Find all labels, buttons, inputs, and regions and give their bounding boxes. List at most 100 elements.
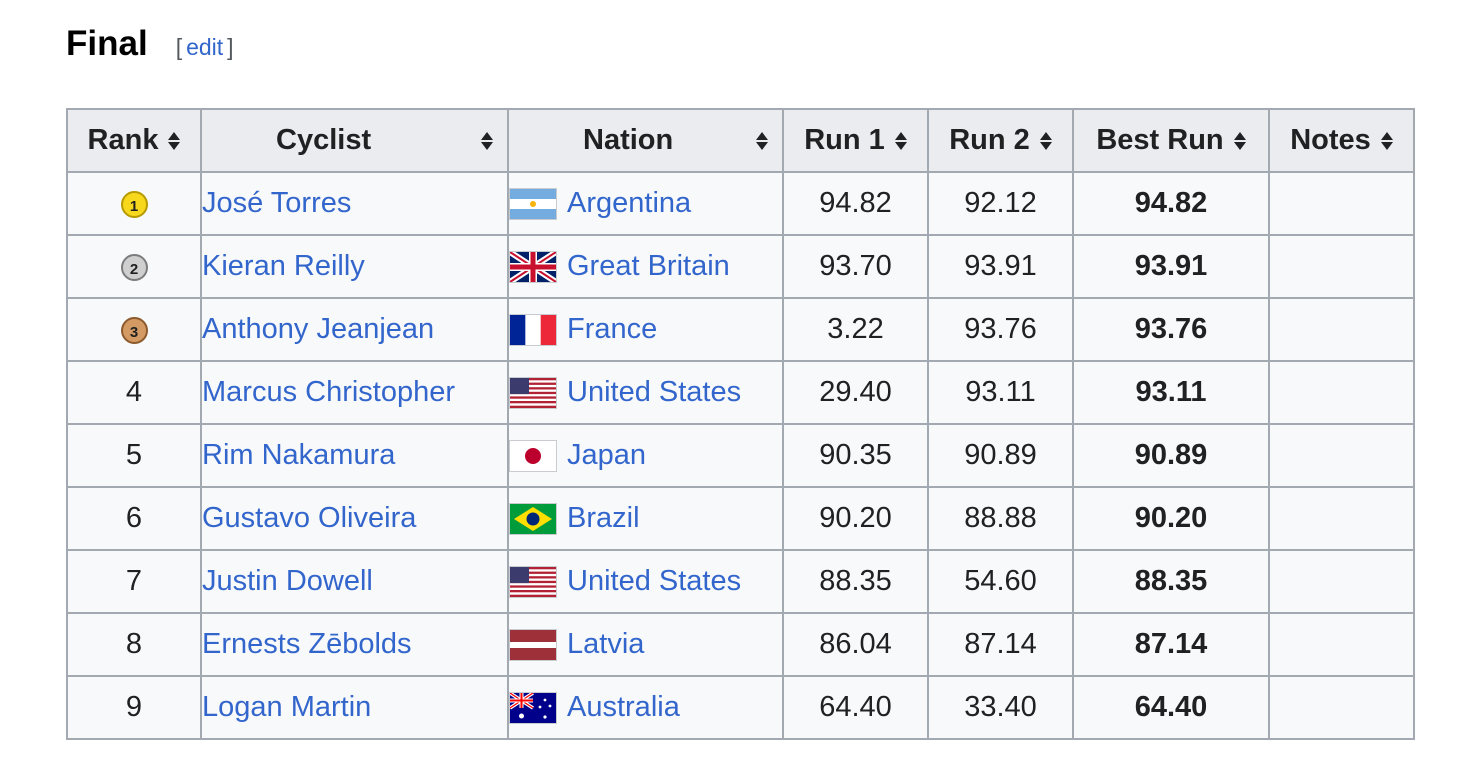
- run1-cell: 86.04: [782, 612, 929, 677]
- edit-link[interactable]: edit: [186, 34, 223, 60]
- header-row: Rank Cyclist Nation Run 1 Run 2 Best Run…: [66, 108, 1415, 173]
- run2-cell: 88.88: [927, 486, 1074, 551]
- cyclist-cell: Ernests Zēbolds: [200, 612, 509, 677]
- notes-cell: [1268, 234, 1415, 299]
- sort-icon[interactable]: [1233, 130, 1246, 152]
- section-heading: Final [edit]: [66, 24, 234, 64]
- notes-cell: [1268, 297, 1415, 362]
- nation-link[interactable]: Australia: [567, 691, 680, 724]
- sort-icon[interactable]: [481, 130, 493, 152]
- header-rank[interactable]: Rank: [66, 108, 202, 173]
- cyclist-link[interactable]: Logan Martin: [202, 691, 371, 723]
- nation-cell: Japan: [507, 423, 784, 488]
- japan-flag-icon[interactable]: [509, 439, 557, 472]
- rank-cell: 9: [66, 675, 202, 740]
- sort-icon[interactable]: [1380, 130, 1393, 152]
- argentina-flag-icon[interactable]: [509, 187, 557, 220]
- run1-cell: 90.35: [782, 423, 929, 488]
- cyclist-cell: Rim Nakamura: [200, 423, 509, 488]
- nation-cell: United States: [507, 549, 784, 614]
- nation-cell: Great Britain: [507, 234, 784, 299]
- nation-cell: France: [507, 297, 784, 362]
- cyclist-cell: Justin Dowell: [200, 549, 509, 614]
- cyclist-link[interactable]: Justin Dowell: [202, 565, 373, 597]
- nation-link[interactable]: United States: [567, 565, 741, 598]
- rank-value: 7: [125, 565, 143, 597]
- sort-icon[interactable]: [168, 130, 181, 152]
- best-run-cell: 93.11: [1072, 360, 1270, 425]
- best-run-cell: 94.82: [1072, 171, 1270, 236]
- notes-cell: [1268, 423, 1415, 488]
- run2-cell: 93.76: [927, 297, 1074, 362]
- rank-cell: 1: [66, 171, 202, 236]
- header-rank-label: Rank: [87, 124, 159, 156]
- best-run-cell: 90.20: [1072, 486, 1270, 551]
- rank-value: 4: [125, 376, 143, 408]
- united-states-flag-icon[interactable]: [509, 376, 557, 409]
- table-row: 9 Logan Martin Australia 64.40 33.40 64.40: [66, 675, 1415, 740]
- header-best-run[interactable]: Best Run: [1072, 108, 1270, 173]
- cyclist-link[interactable]: Kieran Reilly: [202, 250, 365, 282]
- header-notes[interactable]: Notes: [1268, 108, 1415, 173]
- nation-link[interactable]: United States: [567, 376, 741, 409]
- run2-cell: 93.91: [927, 234, 1074, 299]
- results-table: Rank Cyclist Nation Run 1 Run 2 Best Run…: [66, 108, 1415, 740]
- best-run-cell: 64.40: [1072, 675, 1270, 740]
- latvia-flag-icon[interactable]: [509, 628, 557, 661]
- nation-link[interactable]: Japan: [567, 439, 646, 472]
- table-row: 7 Justin Dowell United States 88.35 54.60 88.…: [66, 549, 1415, 614]
- run1-cell: 29.40: [782, 360, 929, 425]
- table-row: 6 Gustavo Oliveira Brazil 90.20 88.88 90.20: [66, 486, 1415, 551]
- cyclist-link[interactable]: José Torres: [202, 187, 351, 219]
- nation-link[interactable]: France: [567, 313, 657, 346]
- rank-value: 9: [125, 691, 143, 723]
- rank-cell: 2: [66, 234, 202, 299]
- united-states-flag-icon[interactable]: [509, 565, 557, 598]
- table-row: 4 Marcus Christopher United States 29.40 93.…: [66, 360, 1415, 425]
- nation-link[interactable]: Argentina: [567, 187, 691, 220]
- best-run-cell: 90.89: [1072, 423, 1270, 488]
- header-cyclist[interactable]: Cyclist: [200, 108, 509, 173]
- run2-cell: 33.40: [927, 675, 1074, 740]
- cyclist-cell: Gustavo Oliveira: [200, 486, 509, 551]
- great-britain-flag-icon[interactable]: [509, 250, 557, 283]
- sort-icon[interactable]: [756, 130, 768, 152]
- run1-cell: 90.20: [782, 486, 929, 551]
- edit-bracket-open: [: [175, 34, 183, 60]
- nation-link[interactable]: Brazil: [567, 502, 640, 535]
- nation-link[interactable]: Latvia: [567, 628, 644, 661]
- run1-cell: 93.70: [782, 234, 929, 299]
- rank-cell: 3: [66, 297, 202, 362]
- cyclist-link[interactable]: Anthony Jeanjean: [202, 313, 434, 345]
- cyclist-link[interactable]: Rim Nakamura: [202, 439, 395, 471]
- france-flag-icon[interactable]: [509, 313, 557, 346]
- cyclist-cell: Marcus Christopher: [200, 360, 509, 425]
- rank-value: 8: [125, 628, 143, 660]
- best-run-cell: 93.91: [1072, 234, 1270, 299]
- section-title: Final: [66, 24, 148, 63]
- sort-icon[interactable]: [1039, 130, 1052, 152]
- brazil-flag-icon[interactable]: [509, 502, 557, 535]
- cyclist-link[interactable]: Gustavo Oliveira: [202, 502, 416, 534]
- cyclist-cell: Anthony Jeanjean: [200, 297, 509, 362]
- best-run-cell: 93.76: [1072, 297, 1270, 362]
- table-row: 2 Kieran Reilly Great Britain 93.70 93.91 93.…: [66, 234, 1415, 299]
- cyclist-link[interactable]: Ernests Zēbolds: [202, 628, 412, 660]
- australia-flag-icon[interactable]: [509, 691, 557, 724]
- notes-cell: [1268, 171, 1415, 236]
- cyclist-link[interactable]: Marcus Christopher: [202, 376, 455, 408]
- table-row: 8 Ernests Zēbolds Latvia 86.04 87.14 87.14: [66, 612, 1415, 677]
- nation-cell: United States: [507, 360, 784, 425]
- sort-icon[interactable]: [894, 130, 907, 152]
- header-run2[interactable]: Run 2: [927, 108, 1074, 173]
- table-row: 5 Rim Nakamura Japan 90.35 90.89 90.89: [66, 423, 1415, 488]
- rank-cell: 4: [66, 360, 202, 425]
- header-nation[interactable]: Nation: [507, 108, 784, 173]
- header-run1[interactable]: Run 1: [782, 108, 929, 173]
- edit-section: [edit]: [176, 34, 234, 61]
- run2-cell: 54.60: [927, 549, 1074, 614]
- edit-bracket-close: ]: [227, 34, 234, 60]
- nation-link[interactable]: Great Britain: [567, 250, 730, 283]
- header-nation-label: Nation: [583, 124, 674, 156]
- cyclist-cell: José Torres: [200, 171, 509, 236]
